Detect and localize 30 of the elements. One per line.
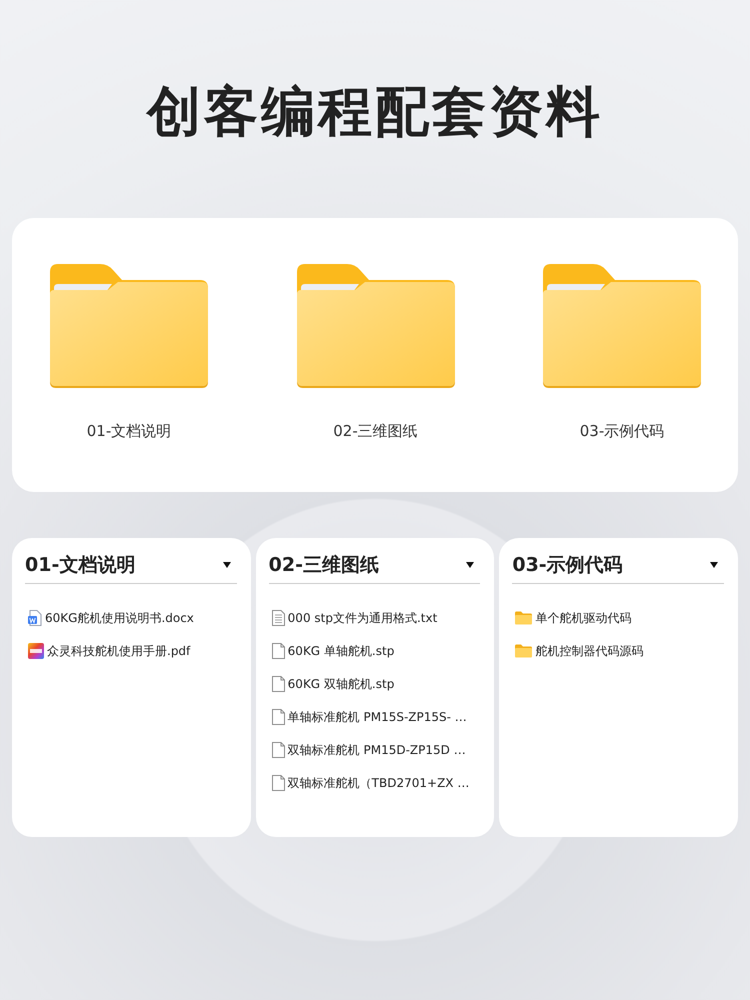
file-name[interactable]: 60KG 双轴舵机.stp	[288, 676, 394, 692]
file-name[interactable]: 000 stp文件为通用格式.txt	[288, 610, 438, 626]
file-icon	[272, 775, 285, 791]
file-icon	[272, 709, 285, 725]
text-file-icon	[272, 610, 285, 626]
file-icon	[272, 742, 285, 758]
file-name[interactable]: 双轴标准舵机 PM15D-ZP15D …	[288, 742, 466, 758]
file-name[interactable]: 众灵科技舵机使用手册.pdf	[47, 642, 190, 660]
file-name[interactable]: 双轴标准舵机（TBD2701+ZX …	[288, 774, 470, 792]
file-name[interactable]: 单轴标准舵机 PM15S-ZP15S- …	[288, 708, 467, 726]
panel-title: 03-示例代码	[512, 553, 623, 578]
file-name[interactable]: 60KG 单轴舵机.stp	[288, 642, 394, 660]
page-title: 创客编程配套资料	[145, 79, 604, 145]
caret-icon[interactable]	[222, 562, 231, 568]
caret-icon[interactable]	[710, 562, 718, 568]
file-icon	[272, 676, 285, 692]
file-name[interactable]: 舵机控制器代码源码	[535, 642, 644, 660]
word-document-icon	[28, 610, 42, 626]
file-name[interactable]: 单个舵机驱动代码	[535, 610, 632, 626]
folder-label[interactable]: 01-文档说明	[86, 422, 172, 441]
pdf-icon	[28, 643, 44, 659]
folder-icon	[515, 644, 532, 658]
panel-title: 02-三维图纸	[268, 553, 379, 578]
folder-label[interactable]: 02-三维图纸	[333, 422, 418, 441]
file-icon	[272, 643, 285, 659]
folder-label[interactable]: 03-示例代码	[580, 422, 664, 441]
folder-icon	[515, 611, 532, 625]
file-name[interactable]: 60KG舵机使用说明书.docx	[45, 610, 194, 626]
panel-title: 01-文档说明	[25, 553, 136, 578]
caret-icon[interactable]	[466, 562, 474, 568]
